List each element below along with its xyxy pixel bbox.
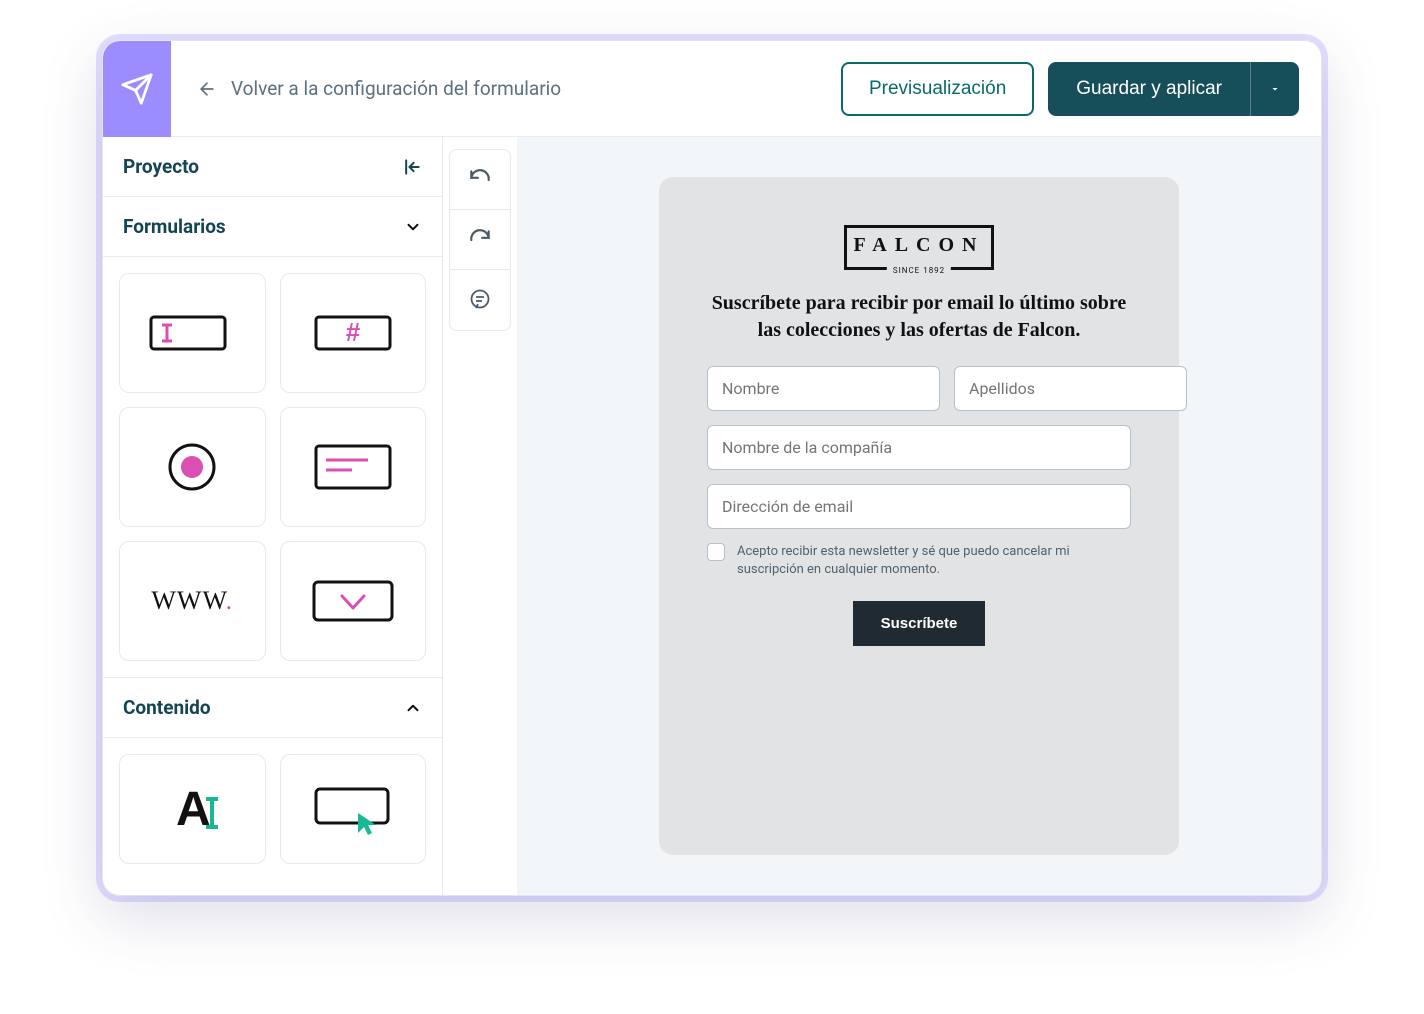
- svg-text:#: #: [346, 317, 361, 347]
- button-block-icon: [308, 779, 398, 839]
- consent-text: Acepto recibir esta newsletter y sé que …: [737, 543, 1131, 579]
- palette-text-input[interactable]: [119, 273, 266, 393]
- brand-logo: FALCON SINCE 1892: [844, 225, 994, 270]
- last-name-field[interactable]: [954, 366, 1187, 411]
- company-field[interactable]: [707, 425, 1131, 470]
- dropdown-icon: [308, 574, 398, 628]
- save-button-group: Guardar y aplicar: [1048, 62, 1299, 116]
- redo-icon: [467, 227, 493, 253]
- text-input-icon: [149, 309, 235, 357]
- chat-icon: [468, 288, 492, 312]
- collapse-left-icon: [402, 157, 422, 177]
- text-block-icon: A: [152, 779, 232, 839]
- brand-name: FALCON: [847, 234, 991, 257]
- subscribe-button[interactable]: Suscríbete: [853, 601, 986, 646]
- topbar: Volver a la configuración del formulario…: [103, 41, 1321, 137]
- palette-textarea[interactable]: [280, 407, 427, 527]
- content-palette: A: [103, 738, 442, 864]
- palette-text-block[interactable]: A: [119, 754, 266, 864]
- app-logo[interactable]: [103, 41, 171, 137]
- undo-button[interactable]: [450, 150, 510, 210]
- email-field[interactable]: [707, 484, 1131, 529]
- main: Proyecto Formularios: [103, 137, 1321, 895]
- sidebar-section-project[interactable]: Proyecto: [103, 137, 442, 197]
- chevron-down-icon: [404, 218, 422, 236]
- form-heading: Suscríbete para recibir por email lo últ…: [707, 290, 1131, 344]
- palette-url[interactable]: WWW.: [119, 541, 266, 661]
- sidebar-content-label: Contenido: [123, 696, 211, 719]
- consent-checkbox[interactable]: [707, 543, 725, 561]
- sidebar: Proyecto Formularios: [103, 137, 443, 895]
- back-link-label: Volver a la configuración del formulario: [231, 77, 561, 100]
- app-window: Volver a la configuración del formulario…: [102, 40, 1322, 896]
- form-preview-card[interactable]: FALCON SINCE 1892 Suscríbete para recibi…: [659, 177, 1179, 855]
- undo-icon: [467, 167, 493, 193]
- palette-number-input[interactable]: #: [280, 273, 427, 393]
- top-actions: Previsualización Guardar y aplicar: [841, 62, 1321, 116]
- textarea-icon: [310, 440, 396, 494]
- sidebar-project-label: Proyecto: [123, 155, 199, 178]
- canvas[interactable]: FALCON SINCE 1892 Suscríbete para recibi…: [517, 137, 1321, 895]
- preview-button[interactable]: Previsualización: [841, 62, 1034, 116]
- arrow-left-icon: [197, 79, 217, 99]
- chevron-up-icon: [404, 699, 422, 717]
- caret-down-icon: [1269, 83, 1281, 95]
- brand-since: SINCE 1892: [887, 266, 951, 275]
- paper-plane-icon: [120, 72, 154, 106]
- sidebar-forms-label: Formularios: [123, 215, 226, 238]
- radio-icon: [162, 437, 222, 497]
- palette-button-block[interactable]: [280, 754, 427, 864]
- back-link[interactable]: Volver a la configuración del formulario: [171, 77, 841, 100]
- redo-button[interactable]: [450, 210, 510, 270]
- palette-radio[interactable]: [119, 407, 266, 527]
- comments-button[interactable]: [450, 270, 510, 330]
- svg-text:A: A: [176, 783, 211, 836]
- sidebar-section-content[interactable]: Contenido: [103, 677, 442, 738]
- save-button[interactable]: Guardar y aplicar: [1048, 62, 1250, 116]
- consent-row: Acepto recibir esta newsletter y sé que …: [707, 543, 1131, 579]
- sidebar-section-forms[interactable]: Formularios: [103, 197, 442, 257]
- first-name-field[interactable]: [707, 366, 940, 411]
- palette-dropdown[interactable]: [280, 541, 427, 661]
- forms-palette: # WWW.: [103, 257, 442, 677]
- tool-rail: [443, 137, 517, 895]
- save-button-dropdown[interactable]: [1250, 62, 1299, 116]
- url-icon: WWW.: [151, 586, 233, 616]
- number-input-icon: #: [310, 309, 396, 357]
